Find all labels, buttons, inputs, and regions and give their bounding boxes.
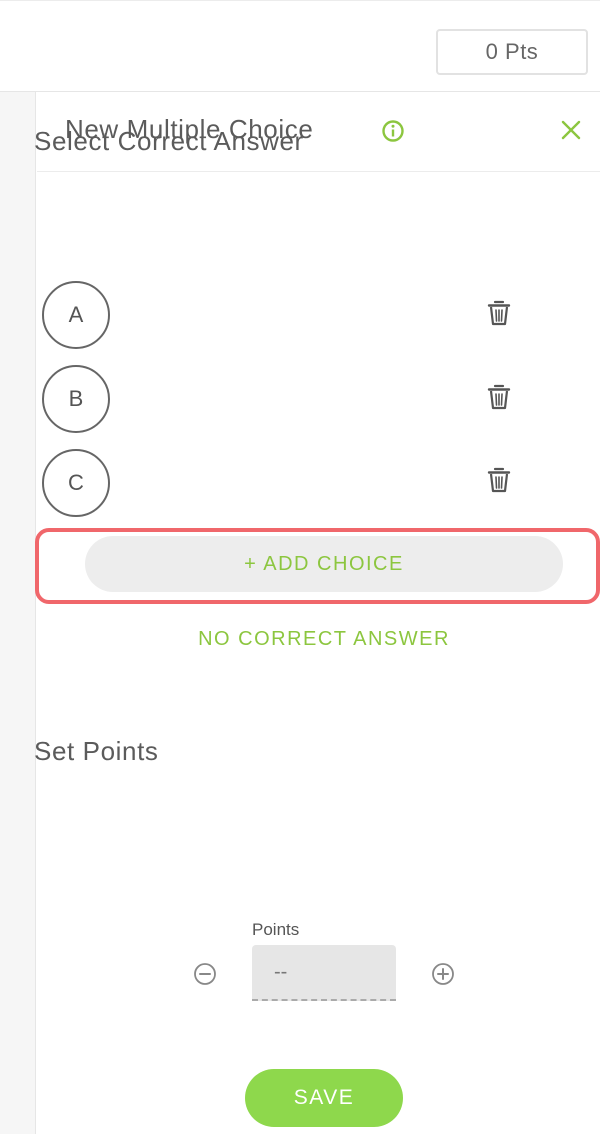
points-input[interactable]: [252, 945, 396, 1001]
choice-b-button[interactable]: B: [42, 365, 110, 433]
points-field-label: Points: [252, 920, 300, 939]
points-total-display: 0 Pts: [436, 29, 588, 75]
trash-icon[interactable]: [486, 466, 512, 494]
choice-a-label: A: [68, 302, 84, 327]
choice-a-button[interactable]: A: [42, 281, 110, 349]
plus-circle-icon[interactable]: [431, 962, 455, 986]
close-icon[interactable]: [559, 118, 583, 142]
top-bar: 0 Pts: [0, 0, 600, 92]
choice-c-button[interactable]: C: [42, 449, 110, 517]
minus-circle-icon[interactable]: [193, 962, 217, 986]
save-button[interactable]: SAVE: [245, 1069, 403, 1127]
select-correct-answer-heading: Select Correct Answer: [34, 126, 304, 156]
trash-icon[interactable]: [486, 299, 512, 327]
set-points-heading: Set Points: [34, 736, 159, 766]
choice-b-label: B: [68, 386, 84, 411]
trash-icon[interactable]: [486, 383, 512, 411]
left-sidebar-strip: [0, 92, 36, 1134]
info-icon[interactable]: [381, 119, 405, 143]
choice-c-label: C: [68, 470, 84, 495]
add-choice-button[interactable]: + ADD CHOICE: [85, 536, 563, 592]
no-correct-answer-button[interactable]: NO CORRECT ANSWER: [0, 628, 600, 651]
